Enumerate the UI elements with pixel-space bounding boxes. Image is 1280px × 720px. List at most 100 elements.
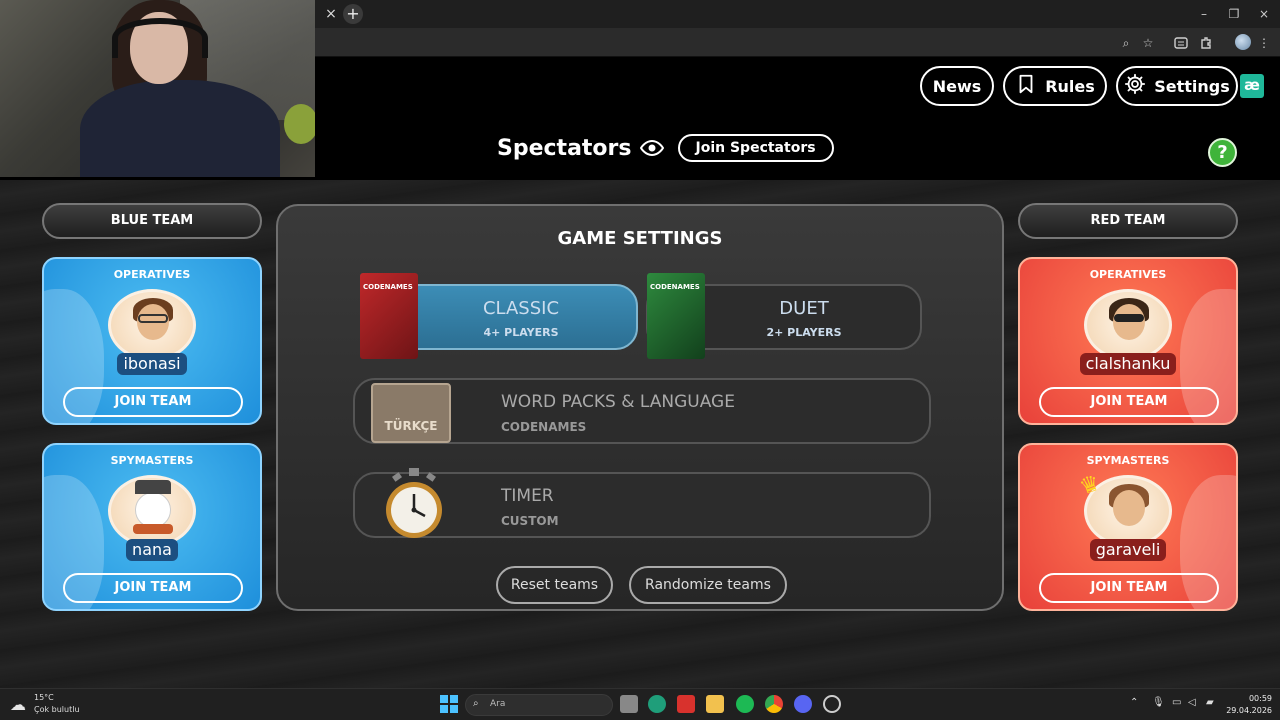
spectators-title: Spectators	[497, 135, 632, 161]
spectators-section: Spectators Join Spectators	[497, 134, 834, 162]
extensions-icon[interactable]	[1197, 34, 1215, 52]
timer-label: TIMER	[501, 486, 554, 506]
rules-button[interactable]: Rules	[1003, 66, 1107, 106]
word-packs-label: WORD PACKS & LANGUAGE	[501, 392, 735, 412]
windows-taskbar: ☁ 15°C Çok bulutlu ⌕ Ara ⌃ 🎙 ▭ ◁ ▰ 00:59…	[0, 688, 1280, 720]
close-window-button[interactable]: ×	[1252, 4, 1276, 24]
zoom-icon[interactable]: ⌕	[1117, 34, 1135, 52]
word-packs-subtitle: CODENAMES	[501, 420, 587, 434]
reset-teams-button[interactable]: Reset teams	[496, 566, 613, 604]
volume-icon[interactable]: ◁	[1188, 697, 1196, 708]
codenames-classic-box: CODENAMES	[360, 273, 418, 359]
clock-time[interactable]: 00:59	[1242, 694, 1272, 703]
settings-button[interactable]: Settings	[1116, 66, 1238, 106]
player-name-tag: nana	[44, 539, 260, 561]
taskbar-search[interactable]: ⌕ Ara	[465, 694, 613, 716]
restore-button[interactable]: ❐	[1222, 4, 1246, 24]
avatar-hat	[135, 480, 171, 494]
news-label: News	[932, 76, 982, 96]
player-avatar	[108, 289, 196, 361]
clock-date[interactable]: 29.04.2026	[1226, 706, 1272, 715]
red-team-header: RED TEAM	[1018, 203, 1238, 239]
stopwatch-icon	[383, 468, 445, 540]
join-spectators-button[interactable]: Join Spectators	[677, 134, 834, 162]
weather-temperature[interactable]: 15°C	[34, 693, 54, 702]
extension-logo[interactable]: æ	[1240, 74, 1264, 98]
rules-label: Rules	[1045, 76, 1095, 96]
word-pack-box: TÜRKÇE	[371, 383, 451, 443]
news-button[interactable]: News	[920, 66, 994, 106]
search-placeholder: Ara	[490, 699, 506, 709]
app-circle-icon[interactable]	[823, 695, 841, 713]
browser-menu-icon[interactable]: ⋮	[1255, 34, 1273, 52]
game-settings-panel: GAME SETTINGS CLASSIC 4+ PLAYERS CODENAM…	[276, 204, 1004, 611]
timer-subtitle: CUSTOM	[501, 514, 559, 528]
player-name: ibonasi	[117, 353, 187, 375]
microphone-icon[interactable]: 🎙	[1152, 697, 1165, 708]
profile-avatar[interactable]	[1235, 34, 1251, 50]
chrome-icon[interactable]	[765, 695, 783, 713]
blue-spymasters-join-button[interactable]: JOIN TEAM	[63, 573, 243, 603]
folder-icon[interactable]	[706, 695, 724, 713]
player-name: garaveli	[1089, 539, 1167, 561]
headset-icon	[112, 18, 208, 58]
close-tab-button[interactable]: ×	[321, 4, 341, 24]
game-settings-title: GAME SETTINGS	[557, 228, 723, 249]
card-title: OPERATIVES	[1089, 268, 1167, 281]
help-icon[interactable]: ?	[1208, 138, 1237, 167]
windows-start-icon[interactable]	[440, 695, 458, 713]
glasses-icon	[138, 314, 168, 323]
cloud-icon[interactable]: ☁	[10, 695, 30, 715]
blue-operatives-card: OPERATIVES ibonasi JOIN TEAM	[42, 257, 262, 425]
spotify-icon[interactable]	[736, 695, 754, 713]
player-name-tag: ibonasi	[44, 353, 260, 375]
webcam-object	[284, 104, 315, 144]
box-title: CODENAMES	[363, 283, 413, 291]
weather-description[interactable]: Çok bulutlu	[34, 705, 80, 714]
address-bar[interactable]: ⌕ ☆ ⋮	[315, 28, 1280, 57]
avatar-head	[1113, 304, 1145, 340]
player-name-tag: clalshanku	[1020, 353, 1236, 375]
discord-icon[interactable]	[794, 695, 812, 713]
new-tab-button[interactable]: +	[343, 4, 363, 24]
avatar-head	[1113, 490, 1145, 526]
red-operatives-card: OPERATIVES clalshanku JOIN TEAM	[1018, 257, 1238, 425]
eye-icon	[639, 136, 664, 160]
network-icon[interactable]: ▭	[1172, 697, 1181, 708]
word-pack-language: TÜRKÇE	[384, 419, 438, 433]
battery-icon[interactable]: ▰	[1206, 697, 1214, 708]
webcam-person-body	[80, 80, 280, 177]
blue-spymasters-card: SPYMASTERS nana JOIN TEAM	[42, 443, 262, 611]
app-p-icon[interactable]	[677, 695, 695, 713]
browser-tab-bar: × + – ❐ ×	[315, 0, 1280, 28]
timer-button[interactable]: TIMER CUSTOM	[353, 468, 931, 538]
word-packs-button[interactable]: TÜRKÇE WORD PACKS & LANGUAGE CODENAMES	[353, 378, 931, 444]
red-spymasters-card: SPYMASTERS ♛ garaveli JOIN TEAM	[1018, 443, 1238, 611]
chevron-up-icon[interactable]: ⌃	[1130, 697, 1138, 708]
randomize-teams-button[interactable]: Randomize teams	[629, 566, 787, 604]
gear-icon	[1124, 73, 1146, 99]
bookmark-icon	[1015, 73, 1037, 99]
box-title: CODENAMES	[650, 283, 700, 291]
player-name-tag: garaveli	[1020, 539, 1236, 561]
red-spymasters-join-button[interactable]: JOIN TEAM	[1039, 573, 1219, 603]
settings-label: Settings	[1154, 76, 1230, 96]
red-operatives-join-button[interactable]: JOIN TEAM	[1039, 387, 1219, 417]
webcam-overlay	[0, 0, 315, 177]
player-name: clalshanku	[1079, 353, 1177, 375]
edge-icon[interactable]	[648, 695, 666, 713]
sunglasses-icon	[1114, 314, 1144, 322]
minimize-button[interactable]: –	[1192, 4, 1216, 24]
reader-mode-icon[interactable]	[1172, 34, 1190, 52]
star-icon[interactable]: ☆	[1139, 34, 1157, 52]
card-title: SPYMASTERS	[1086, 454, 1170, 467]
codenames-duet-box: CODENAMES	[647, 273, 705, 359]
task-view-icon[interactable]	[620, 695, 638, 713]
player-name: nana	[126, 539, 178, 561]
card-title: SPYMASTERS	[110, 454, 194, 467]
player-avatar	[108, 475, 196, 547]
snowman-icon	[135, 492, 171, 528]
blue-team-header: BLUE TEAM	[42, 203, 262, 239]
blue-operatives-join-button[interactable]: JOIN TEAM	[63, 387, 243, 417]
card-title: OPERATIVES	[113, 268, 191, 281]
